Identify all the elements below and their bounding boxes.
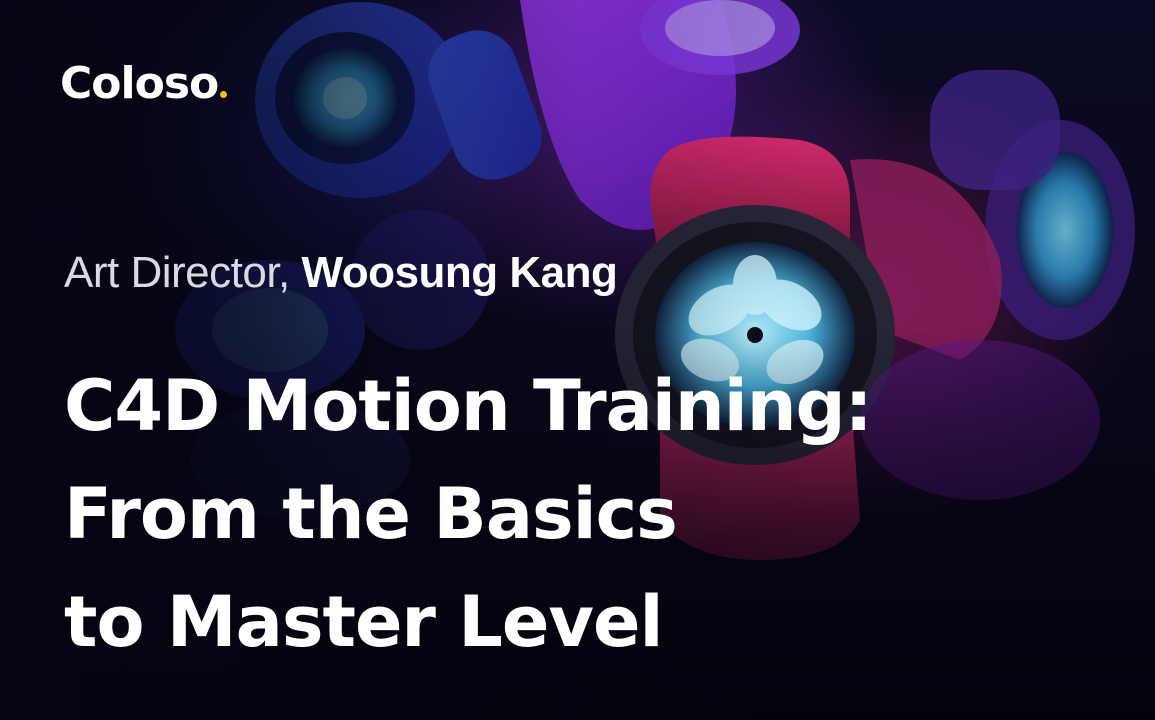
instructor-name: Woosung Kang bbox=[301, 248, 618, 297]
brand-logo: Coloso bbox=[60, 62, 228, 106]
course-banner: Coloso Art Director, Woosung Kang C4D Mo… bbox=[0, 0, 1155, 720]
course-title: C4D Motion Training: From the Basics to … bbox=[64, 352, 964, 676]
brand-name: Coloso bbox=[60, 58, 219, 109]
course-title-line: From the Basics bbox=[64, 473, 678, 555]
course-title-line: C4D Motion Training: bbox=[64, 365, 873, 447]
brand-dot-icon bbox=[220, 91, 228, 98]
course-title-line: to Master Level bbox=[64, 581, 664, 663]
instructor-role: Art Director, bbox=[64, 248, 290, 297]
instructor-byline: Art Director, Woosung Kang bbox=[64, 248, 618, 298]
